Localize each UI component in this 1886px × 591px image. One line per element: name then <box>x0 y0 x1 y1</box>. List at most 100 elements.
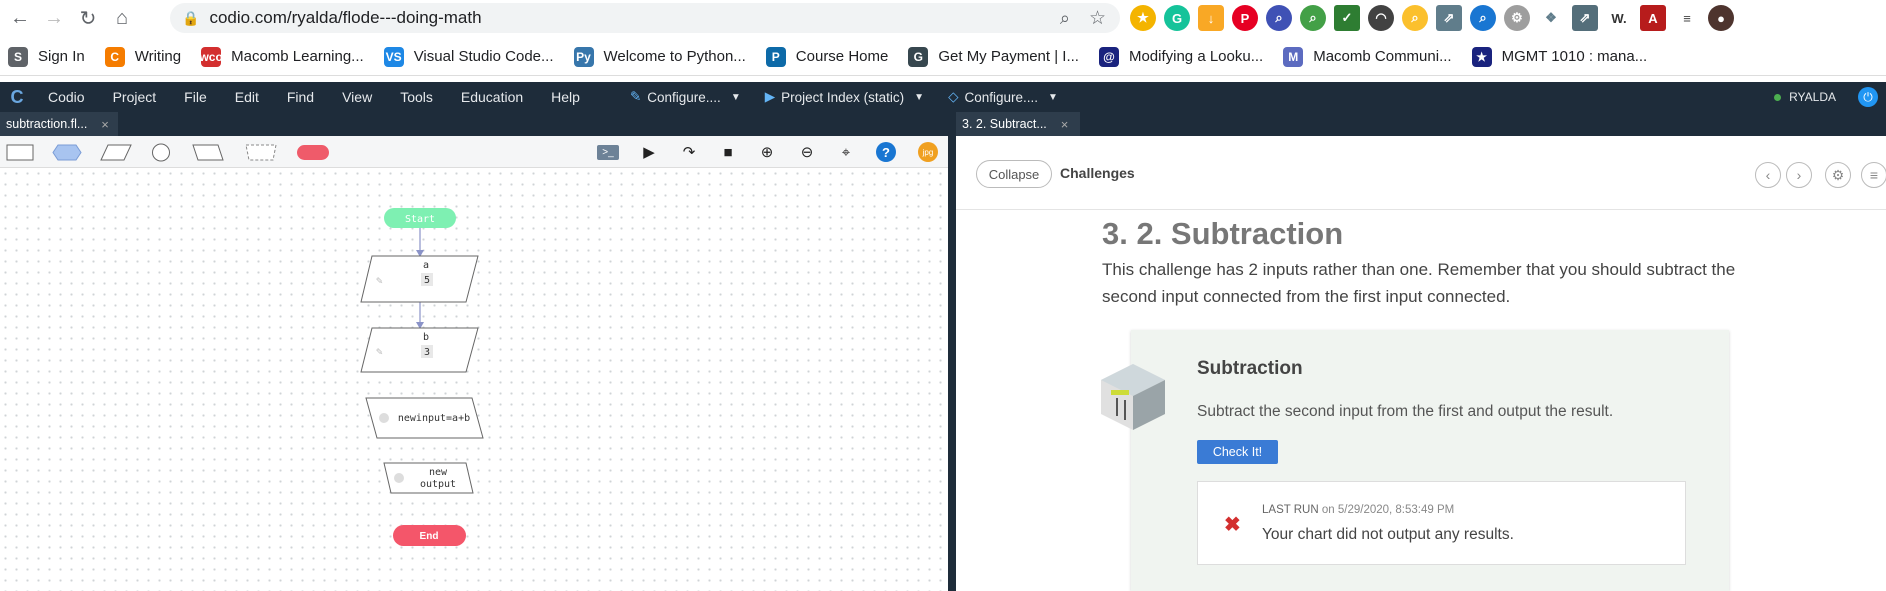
input-node-a[interactable]: ✎ a 5 <box>360 255 479 303</box>
close-icon[interactable]: × <box>101 117 109 132</box>
terminal-shape-icon[interactable] <box>296 144 330 161</box>
export-image-icon[interactable]: jpg <box>913 141 943 163</box>
magnifier-extension-icon[interactable]: ⌕ <box>1300 5 1326 31</box>
configure-dropdown[interactable]: ✎ Configure.... ▼ <box>618 89 753 105</box>
chart-extension-icon[interactable]: ⇗ <box>1436 5 1462 31</box>
zoom-icon[interactable]: ⌕ <box>1060 8 1070 29</box>
zoom-extension-icon[interactable]: ⌕ <box>1402 5 1428 31</box>
bookmark-favicon-icon: P <box>765 46 786 67</box>
menu-item-codio[interactable]: Codio <box>34 89 99 105</box>
forward-icon[interactable]: → <box>40 4 68 32</box>
play-icon: ▶ <box>764 89 776 104</box>
graph-extension-icon[interactable]: ⇗ <box>1572 5 1598 31</box>
bookmark-label: Macomb Communi... <box>1313 48 1452 65</box>
bookmark-item[interactable]: VS Visual Studio Code... <box>383 46 554 67</box>
pinterest-icon[interactable]: P <box>1232 5 1258 31</box>
console-icon[interactable]: >_ <box>593 141 623 163</box>
tab-label: 3. 2. Subtract... <box>962 117 1047 131</box>
menu-item-view[interactable]: View <box>328 89 386 105</box>
menu-item-project[interactable]: Project <box>99 89 171 105</box>
bookmark-item[interactable]: wco Macomb Learning... <box>199 46 364 67</box>
parallelogram-shape-icon[interactable] <box>100 144 132 161</box>
menu-icon[interactable]: ≡ <box>1861 162 1886 188</box>
dashed-shape-icon[interactable] <box>245 144 277 161</box>
settings-icon[interactable]: ⚙ <box>1825 162 1851 188</box>
menu-item-file[interactable]: File <box>170 89 221 105</box>
zoom-out-icon[interactable]: ⊖ <box>792 141 822 163</box>
fit-view-icon[interactable]: ⌖ <box>831 141 861 163</box>
input-node-b[interactable]: ✎ b 3 <box>360 327 479 373</box>
check-it-button[interactable]: Check It! <box>1197 440 1278 464</box>
configure-label-2: Configure.... <box>964 89 1038 105</box>
power-icon[interactable]: ⏻ <box>1858 87 1878 107</box>
bookmark-label: Macomb Learning... <box>231 48 364 65</box>
bookmark-star-icon[interactable]: ☆ <box>1089 7 1106 30</box>
back-icon[interactable]: ← <box>6 4 34 32</box>
menu-item-help[interactable]: Help <box>537 89 594 105</box>
codio-logo-icon[interactable]: C <box>0 82 34 112</box>
w-extension-icon[interactable]: W. <box>1606 5 1632 31</box>
help-icon[interactable]: ? <box>871 141 901 163</box>
close-icon[interactable]: × <box>1061 117 1069 132</box>
home-icon[interactable]: ⌂ <box>108 4 136 32</box>
pdf-icon[interactable]: A <box>1640 5 1666 31</box>
pane-divider[interactable] <box>948 112 956 591</box>
rectangle-shape-icon[interactable] <box>6 144 34 161</box>
tab-label: subtraction.fl... <box>6 117 88 131</box>
reload-icon[interactable]: ↻ <box>74 4 102 32</box>
menu-item-education[interactable]: Education <box>447 89 537 105</box>
input-b-name: b <box>423 332 429 343</box>
dropbox-icon[interactable]: ❖ <box>1538 5 1564 31</box>
user-status[interactable]: RYALDA <box>1774 90 1836 104</box>
grammarly-icon[interactable]: G <box>1164 5 1190 31</box>
tab-subtraction-guide[interactable]: 3. 2. Subtract... × <box>956 112 1080 136</box>
gear-extension-icon[interactable]: ⚙ <box>1504 5 1530 31</box>
step-icon[interactable]: ↷ <box>674 141 704 163</box>
hexagon-shape-icon[interactable] <box>52 144 82 161</box>
next-icon[interactable]: › <box>1786 162 1812 188</box>
menu-item-edit[interactable]: Edit <box>221 89 273 105</box>
download-extension-icon[interactable]: ↓ <box>1198 5 1224 31</box>
input-a-value: 5 <box>424 275 430 286</box>
zoom-in-icon[interactable]: ⊕ <box>752 141 782 163</box>
stop-icon[interactable]: ■ <box>713 141 743 163</box>
result-box: ✖ LAST RUN on 5/29/2020, 8:53:49 PM Your… <box>1197 481 1686 565</box>
star-extension-icon[interactable]: ★ <box>1130 5 1156 31</box>
tab-subtraction-flode[interactable]: subtraction.fl... × <box>0 112 118 136</box>
input-b-value: 3 <box>424 347 430 358</box>
circle-shape-icon[interactable] <box>151 143 171 162</box>
bookmark-item[interactable]: S Sign In <box>8 46 85 67</box>
configure-dropdown-2[interactable]: ◇ Configure.... ▼ <box>936 89 1070 105</box>
bookmark-item[interactable]: ★ MGMT 1010 : mana... <box>1471 46 1647 67</box>
run-icon[interactable]: ▶ <box>634 141 664 163</box>
collapse-button[interactable]: Collapse <box>976 160 1052 188</box>
avatar[interactable]: ● <box>1708 5 1734 31</box>
address-bar[interactable]: 🔒 codio.com/ryalda/flode---doing-math ⌕ … <box>170 3 1120 33</box>
start-node[interactable]: Start <box>384 208 456 228</box>
prev-icon[interactable]: ‹ <box>1755 162 1781 188</box>
blue-search-icon[interactable]: ⌕ <box>1470 5 1496 31</box>
checkmark-extension-icon[interactable]: ✓ <box>1334 5 1360 31</box>
bookmark-item[interactable]: Py Welcome to Python... <box>573 46 746 67</box>
bookmark-item[interactable]: M Macomb Communi... <box>1283 46 1452 67</box>
input-a-name: a <box>423 260 429 271</box>
end-node[interactable]: End <box>393 525 466 546</box>
bookmark-item[interactable]: G Get My Payment | I... <box>908 46 1079 67</box>
project-index-dropdown[interactable]: ▶ Project Index (static) ▼ <box>753 89 936 105</box>
menu-item-tools[interactable]: Tools <box>386 89 447 105</box>
trapezoid-shape-icon[interactable] <box>192 144 224 161</box>
lock-icon: 🔒 <box>182 9 200 26</box>
process-node[interactable]: newinput=a+b <box>365 397 484 439</box>
caret-down-icon: ▼ <box>914 91 925 103</box>
menu-item-find[interactable]: Find <box>273 89 328 105</box>
browser-toolbar: ← → ↻ ⌂ 🔒 codio.com/ryalda/flode---doing… <box>0 0 1886 36</box>
bookmark-item[interactable]: C Writing <box>104 46 181 67</box>
headphones-icon[interactable]: ◠ <box>1368 5 1394 31</box>
playlist-icon[interactable]: ≡ <box>1674 5 1700 31</box>
output-node[interactable]: new output <box>383 462 474 494</box>
bookmark-item[interactable]: @ Modifying a Looku... <box>1098 46 1263 67</box>
search-extension-icon[interactable]: ⌕ <box>1266 5 1292 31</box>
left-tabbar: subtraction.fl... × <box>0 112 950 136</box>
flowchart-canvas[interactable]: Start ✎ a 5 ✎ b 3 newinput=a+b new outpu… <box>0 168 948 591</box>
bookmark-item[interactable]: P Course Home <box>765 46 888 67</box>
